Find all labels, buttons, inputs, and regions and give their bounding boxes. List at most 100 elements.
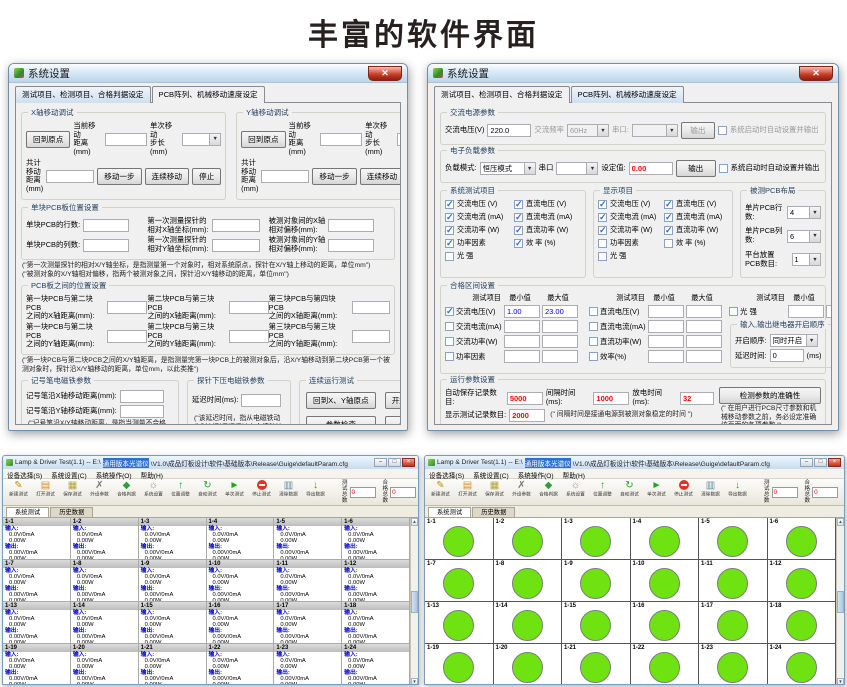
range-c2-checkbox-2[interactable]: [589, 337, 598, 346]
marker-x-input[interactable]: [120, 390, 164, 403]
pcb-between-input-1-1[interactable]: [229, 330, 269, 343]
test-cell[interactable]: 1-16: [631, 602, 700, 644]
close-icon[interactable]: ✕: [368, 66, 402, 81]
dialog-titlebar[interactable]: 系统设置 ✕: [428, 64, 838, 83]
toolbar-位置调整-button[interactable]: ↑位置调整: [167, 480, 194, 498]
view-tab-0[interactable]: 系统测试: [428, 507, 471, 517]
single-pcb-input-0-0[interactable]: [83, 219, 129, 232]
relay-order-select[interactable]: 同时开启▼: [770, 334, 818, 347]
menu-item-2[interactable]: 系统操作(O): [518, 470, 554, 477]
range-c2-max-input-3[interactable]: [686, 350, 722, 363]
test-cell[interactable]: 1-6输入:0.0V/0mA0.00W输出:0.00V/0mA0.00W: [342, 518, 410, 560]
load-auto-checkbox[interactable]: [719, 164, 728, 173]
test-cell[interactable]: 1-17输入:0.0V/0mA0.00W输出:0.00V/0mA0.00W: [274, 602, 342, 644]
menu-item-3[interactable]: 帮助(H): [563, 470, 585, 477]
toolbar-合格判据-button[interactable]: ◆合格判据: [535, 480, 562, 498]
toolbar-单次测试-button[interactable]: ►单次测试: [643, 480, 670, 498]
sys-test-checkbox-0[interactable]: [445, 200, 454, 209]
single-pcb-input-1-1[interactable]: [212, 239, 260, 252]
display-checkbox-0[interactable]: [598, 200, 607, 209]
toolbar-保存测试-button[interactable]: ▦保存测试: [481, 480, 508, 498]
test-cell[interactable]: 1-14输入:0.0V/0mA0.00W输出:0.00V/0mA0.00W: [71, 602, 139, 644]
test-cell[interactable]: 1-20: [494, 644, 563, 685]
range-c2-min-input-1[interactable]: [648, 320, 684, 333]
ac-output-button[interactable]: 输出: [681, 122, 715, 139]
minimize-button[interactable]: –: [374, 458, 387, 467]
close-button[interactable]: ×: [828, 458, 841, 467]
tab-pcb-array[interactable]: PCB阵列、机械移动速度设定: [571, 86, 684, 103]
test-cell[interactable]: 1-7输入:0.0V/0mA0.00W输出:0.00V/0mA0.00W: [3, 560, 71, 602]
toolbar-保存测试-button[interactable]: ▦保存测试: [59, 480, 86, 498]
close-icon[interactable]: ✕: [799, 66, 833, 81]
tab-test-items[interactable]: 测试项目、检测项目、合格判据设定: [434, 86, 570, 103]
test-cell[interactable]: 1-13: [425, 602, 494, 644]
test-cell[interactable]: 1-1: [425, 518, 494, 560]
test-cell[interactable]: 1-17: [699, 602, 768, 644]
y-move-one-step-button[interactable]: 移动一步: [312, 168, 356, 185]
range-c1-checkbox-3[interactable]: [445, 352, 454, 361]
range-c1-max-input-1[interactable]: [542, 320, 578, 333]
single-pcb-input-0-1[interactable]: [212, 219, 260, 232]
menu-item-1[interactable]: 系统设置(C): [473, 470, 509, 477]
test-cell[interactable]: 1-7: [425, 560, 494, 602]
display-checkbox-6[interactable]: [598, 239, 607, 248]
range-c2-min-input-3[interactable]: [648, 350, 684, 363]
test-cell[interactable]: 1-23: [699, 644, 768, 685]
pcb-layout-select-1[interactable]: 6▼: [787, 230, 821, 243]
range-c1-max-input-0[interactable]: [542, 305, 578, 318]
load-mode-select[interactable]: 恒压模式▼: [480, 162, 536, 175]
x-continuous-move-button[interactable]: 连续移动: [145, 168, 189, 185]
test-cell[interactable]: 1-11: [699, 560, 768, 602]
toolbar-停止测试-button[interactable]: 停止测试: [248, 480, 275, 498]
display-checkbox-4[interactable]: [598, 226, 607, 235]
range-c1-checkbox-0[interactable]: [445, 307, 454, 316]
toolbar-外设参数-button[interactable]: ✗外设参数: [86, 480, 113, 498]
x-current-distance-input[interactable]: [105, 133, 147, 146]
range-c1-checkbox-1[interactable]: [445, 322, 454, 331]
toolbar-打开测试-button[interactable]: ▤打开测试: [32, 480, 59, 498]
test-cell[interactable]: 1-12输入:0.0V/0mA0.00W输出:0.00V/0mA0.00W: [342, 560, 410, 602]
sys-test-checkbox-3[interactable]: [514, 213, 523, 222]
scroll-thumb[interactable]: [837, 591, 844, 613]
display-checkbox-7[interactable]: [664, 239, 673, 248]
range-c2-checkbox-1[interactable]: [589, 322, 598, 331]
menu-item-3[interactable]: 帮助(H): [141, 470, 163, 477]
display-checkbox-5[interactable]: [664, 226, 673, 235]
return-xy-origin-button[interactable]: 回到X、Y轴原点: [306, 392, 376, 409]
test-cell[interactable]: 1-21输入:0.0V/0mA0.00W输出:0.00V/0mA0.00W: [139, 644, 207, 685]
param-check-button[interactable]: 参数检查: [306, 416, 376, 425]
toolbar-打开测试-button[interactable]: ▤打开测试: [454, 480, 481, 498]
test-cell[interactable]: 1-21: [562, 644, 631, 685]
pcb-layout-select-2[interactable]: 1▼: [792, 253, 821, 266]
toolbar-系统设置-button[interactable]: ☼系统设置: [562, 480, 589, 498]
tab-pcb-array[interactable]: PCB阵列、机械移动速度设定: [152, 86, 265, 103]
toolbar-停止测试-button[interactable]: 停止测试: [670, 480, 697, 498]
tab-test-items[interactable]: 测试项目、检测项目、合格判据设定: [15, 86, 151, 103]
test-cell[interactable]: 1-3: [562, 518, 631, 560]
scroll-down-arrow-icon[interactable]: ▼: [411, 678, 418, 685]
test-cell[interactable]: 1-9输入:0.0V/0mA0.00W输出:0.00V/0mA0.00W: [139, 560, 207, 602]
toolbar-自动测试-button[interactable]: ↻自动测试: [616, 480, 643, 498]
pcb-between-input-0-0[interactable]: [107, 301, 147, 314]
test-cell[interactable]: 1-15: [562, 602, 631, 644]
scroll-thumb[interactable]: [411, 591, 418, 613]
test-cell[interactable]: 1-13输入:0.0V/0mA0.00W输出:0.00V/0mA0.00W: [3, 602, 71, 644]
scroll-down-arrow-icon[interactable]: ▼: [837, 678, 844, 685]
sys-test-checkbox-7[interactable]: [514, 239, 523, 248]
range-c2-max-input-2[interactable]: [686, 335, 722, 348]
display-checkbox-1[interactable]: [664, 200, 673, 209]
view-tab-1[interactable]: 历史数据: [50, 507, 93, 517]
toolbar-位置调整-button[interactable]: ↑位置调整: [589, 480, 616, 498]
ac-freq-select[interactable]: 60Hz▼: [567, 124, 609, 137]
x-total-distance-input[interactable]: [46, 170, 94, 183]
vertical-scrollbar[interactable]: ▲▼: [836, 518, 844, 685]
display-checkbox-2[interactable]: [598, 213, 607, 222]
sys-test-checkbox-2[interactable]: [445, 213, 454, 222]
toolbar-自动测试-button[interactable]: ↻自动测试: [194, 480, 221, 498]
verify-params-button[interactable]: 检测参数的准确性: [719, 387, 821, 404]
toolbar-新建测试-button[interactable]: ✎新建测试: [5, 480, 32, 498]
range-c2-checkbox-0[interactable]: [589, 307, 598, 316]
window-titlebar[interactable]: Lamp & Driver Test(1.1) -- E:\通用版本光谱仪\V1…: [3, 456, 418, 469]
auto-save-input[interactable]: [507, 392, 543, 405]
menu-item-2[interactable]: 系统操作(O): [96, 470, 132, 477]
